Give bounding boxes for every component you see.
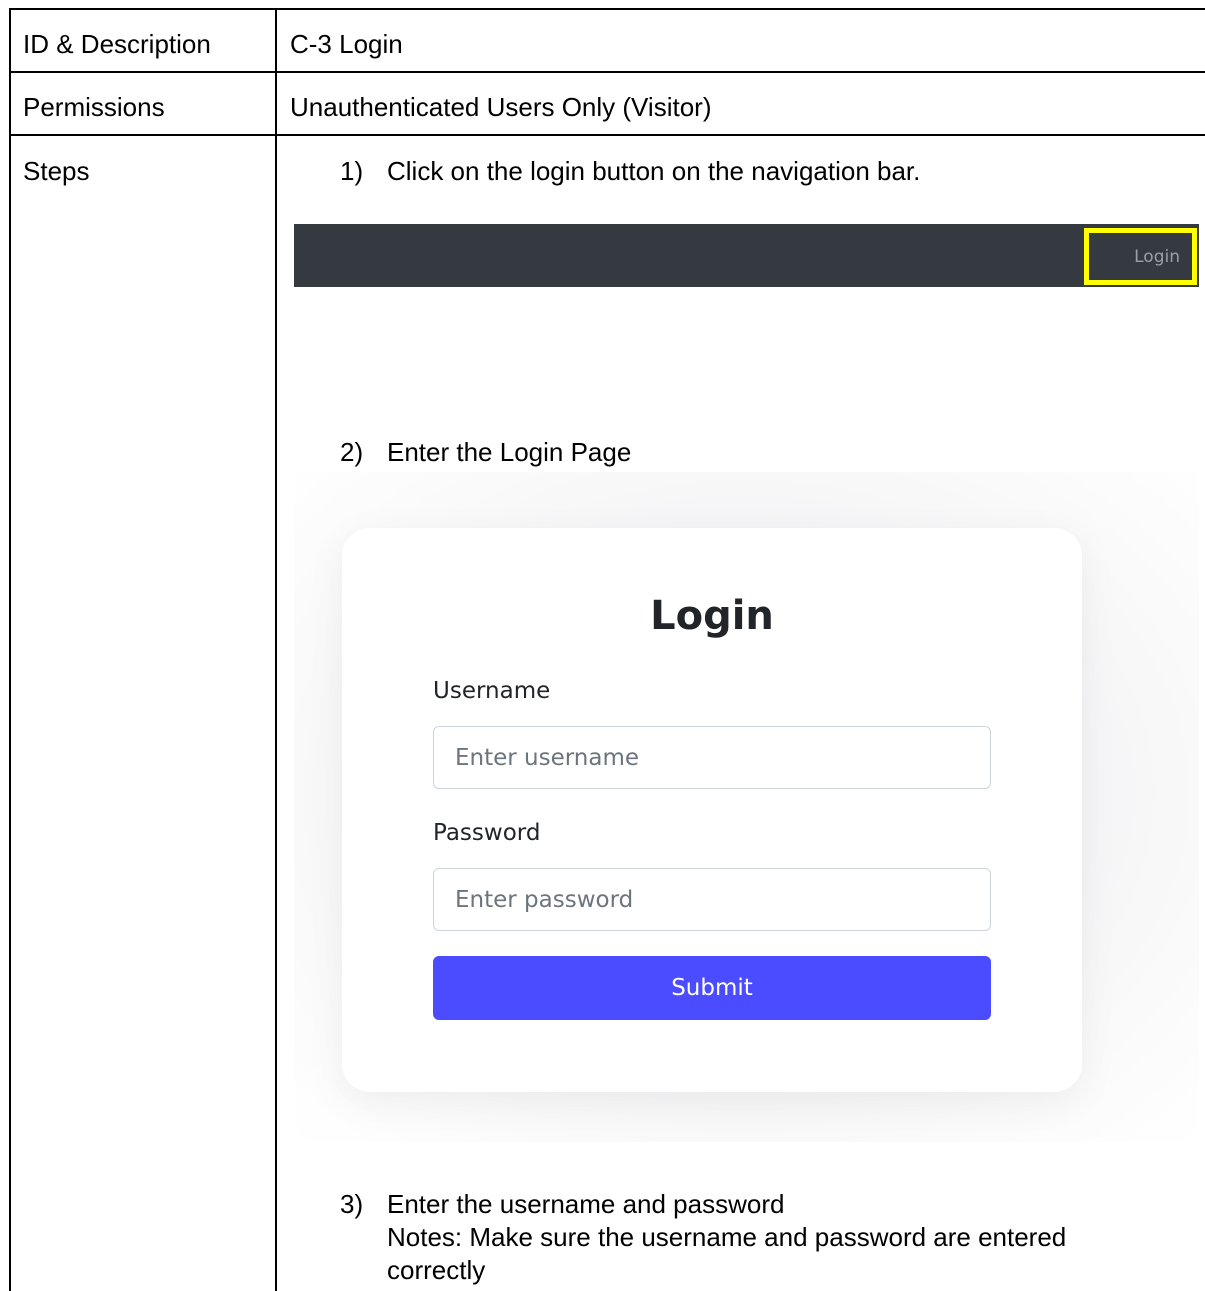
row-value-permissions: Unauthenticated Users Only (Visitor) xyxy=(290,92,712,122)
step-number: 3) xyxy=(340,1189,364,1219)
navbar-screenshot: Login xyxy=(294,224,1199,287)
password-input[interactable] xyxy=(433,868,991,931)
table-border-row1 xyxy=(9,71,1205,73)
table-border-left xyxy=(9,8,11,1291)
login-card: Login Username Password Submit xyxy=(342,528,1082,1092)
login-page-screenshot: Login Username Password Submit xyxy=(294,472,1199,1142)
row-label-id-description: ID & Description xyxy=(23,29,211,59)
row-label-steps: Steps xyxy=(23,156,90,186)
nav-login-label: Login xyxy=(1134,247,1180,267)
step-number: 1) xyxy=(340,156,364,186)
table-border-middle xyxy=(275,8,277,1291)
step-number: 2) xyxy=(340,437,364,467)
table-border-row2 xyxy=(9,134,1205,136)
row-value-id-description: C-3 Login xyxy=(290,29,403,59)
password-label: Password xyxy=(433,820,541,846)
step-text: Enter the Login Page xyxy=(387,437,632,467)
submit-button[interactable]: Submit xyxy=(433,956,991,1020)
step-text: Enter the username and password xyxy=(387,1189,785,1219)
login-button-highlight[interactable]: Login xyxy=(1084,228,1197,285)
table-border-top xyxy=(9,8,1205,10)
username-input[interactable] xyxy=(433,726,991,789)
login-title: Login xyxy=(650,593,774,639)
username-label: Username xyxy=(433,678,551,704)
step-3-note-line-2: correctly xyxy=(387,1255,486,1285)
step-text: Click on the login button on the navigat… xyxy=(387,156,921,186)
step-3-note-line-1: Notes: Make sure the username and passwo… xyxy=(387,1222,1067,1252)
row-label-permissions: Permissions xyxy=(23,92,165,122)
